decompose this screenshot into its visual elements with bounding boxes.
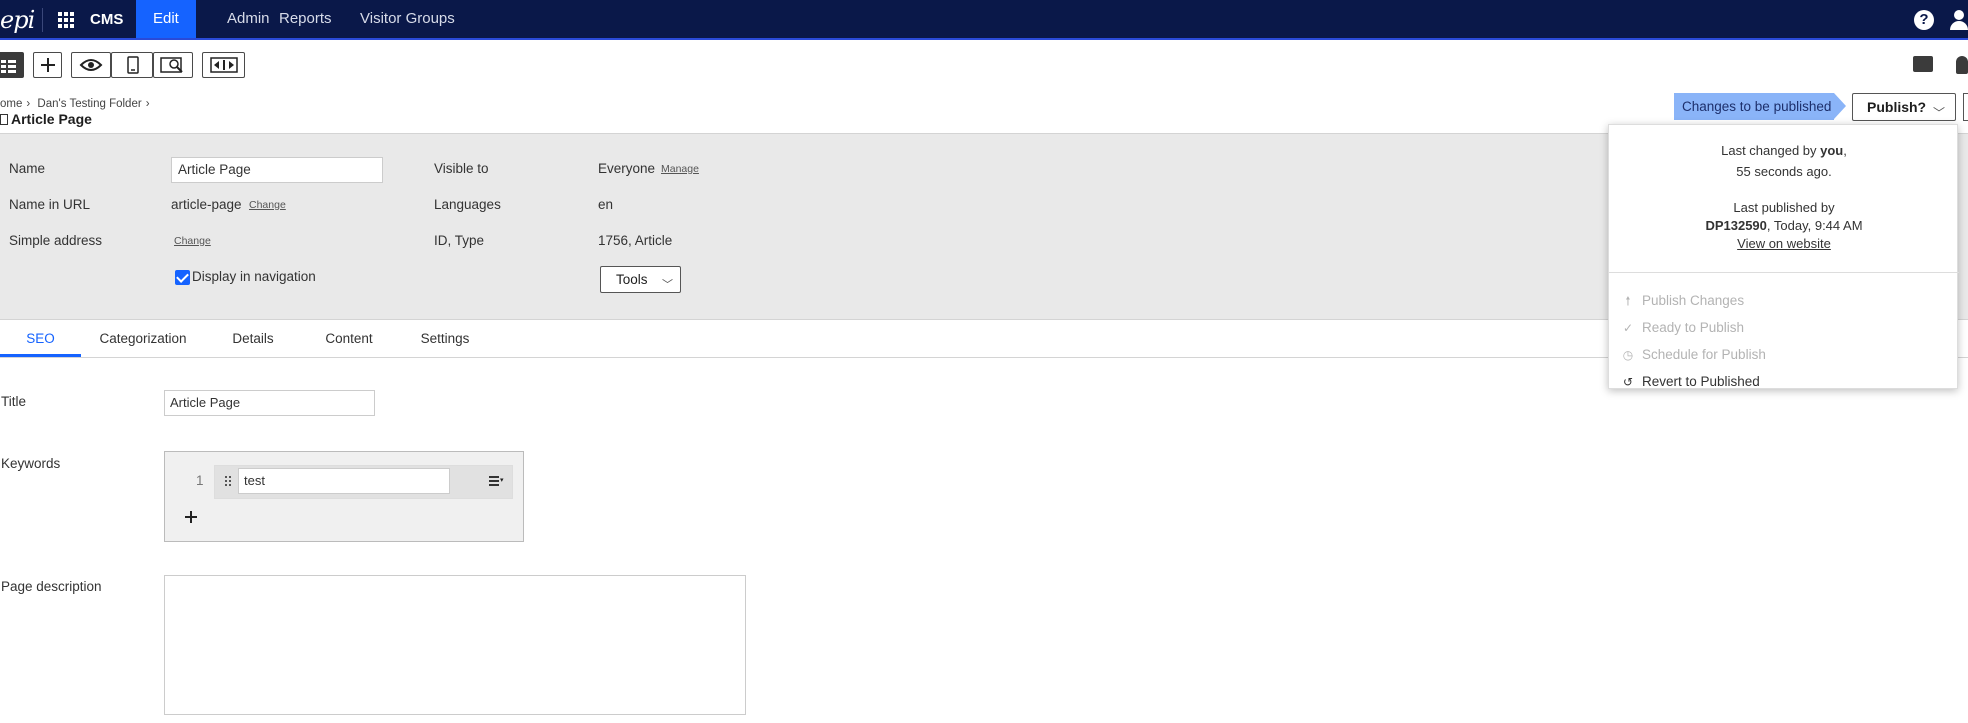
- chevron-down-icon: ﹀: [1932, 106, 1945, 120]
- tab-seo[interactable]: SEO: [0, 321, 81, 357]
- view-on-website-wrapper: View on website: [1609, 236, 1959, 251]
- clock-icon: ◷: [1622, 348, 1634, 362]
- display-in-navigation-checkbox[interactable]: [175, 270, 190, 285]
- page-title: Article Page: [0, 111, 92, 127]
- breadcrumb: ome › Dan's Testing Folder ›: [0, 98, 154, 110]
- top-navigation: epi CMS Edit Admin Reports Visitor Group…: [0, 0, 1968, 40]
- tools-dropdown[interactable]: Tools ﹀: [600, 266, 681, 293]
- nav-divider: [42, 8, 43, 32]
- compare-icon: [210, 57, 238, 73]
- upload-icon: 🠕: [1625, 294, 1631, 308]
- visible-to-value: Everyone: [598, 161, 656, 176]
- last-published-label: Last published by: [1733, 200, 1835, 215]
- title-label: Title: [1, 394, 27, 409]
- mobile-view-button[interactable]: [111, 52, 153, 78]
- id-type-label: ID, Type: [434, 233, 485, 248]
- zoom-preview-icon: [160, 57, 183, 73]
- tools-label: Tools: [616, 272, 648, 287]
- page-description-label: Page description: [1, 579, 102, 594]
- last-changed-time: 55 seconds ago.: [1736, 164, 1832, 179]
- publish-button-label: Publish?: [1867, 99, 1927, 115]
- keyword-index: 1: [196, 473, 204, 488]
- preview-icon: [79, 59, 103, 71]
- tab-details[interactable]: Details: [224, 321, 282, 357]
- simple-address-label: Simple address: [9, 233, 103, 248]
- add-keyword-icon[interactable]: [184, 510, 198, 524]
- add-button[interactable]: [33, 52, 62, 78]
- chevron-right-icon: ›: [26, 98, 31, 110]
- zoom-preview-button[interactable]: [153, 52, 193, 78]
- page-description-textarea[interactable]: [164, 575, 746, 715]
- item-menu-icon[interactable]: ▾: [489, 476, 505, 486]
- action-label: Schedule for Publish: [1642, 347, 1766, 362]
- url-label: Name in URL: [9, 197, 91, 212]
- keywords-label: Keywords: [1, 456, 61, 471]
- name-label: Name: [9, 161, 46, 176]
- page-tree-icon: [1, 60, 16, 73]
- publish-changes-action[interactable]: 🠕 Publish Changes: [1617, 290, 1947, 312]
- id-type-value: 1756, Article: [598, 233, 673, 248]
- app-grid-icon[interactable]: [58, 12, 76, 28]
- tab-content[interactable]: Content: [316, 321, 382, 357]
- last-published-info: DP132590, Today, 9:44 AM: [1609, 218, 1959, 233]
- episerver-logo: epi: [0, 6, 35, 34]
- chevron-right-icon: ›: [145, 98, 150, 110]
- product-name[interactable]: CMS: [90, 11, 123, 28]
- simple-address-change-link[interactable]: Change: [174, 235, 211, 247]
- page-tree-toggle-button[interactable]: [0, 52, 24, 78]
- action-label: Revert to Published: [1642, 374, 1760, 389]
- chevron-down-icon: ﹀: [662, 279, 673, 291]
- view-on-website-link[interactable]: View on website: [1737, 236, 1831, 251]
- action-label: Ready to Publish: [1642, 320, 1745, 335]
- breadcrumb-item[interactable]: Dan's Testing Folder: [37, 98, 141, 110]
- comments-icon[interactable]: [1913, 56, 1933, 72]
- user-icon[interactable]: [1950, 10, 1968, 30]
- languages-value: en: [598, 197, 614, 212]
- url-change-link[interactable]: Change: [249, 199, 286, 211]
- url-value: article-page: [171, 197, 242, 212]
- last-published-time: , Today, 9:44 AM: [1766, 218, 1863, 233]
- name-input[interactable]: Article Page: [171, 157, 383, 183]
- check-icon: ✓: [1622, 321, 1634, 335]
- divider: [1609, 272, 1959, 273]
- mobile-view-icon: [127, 56, 139, 74]
- help-icon[interactable]: ?: [1914, 10, 1934, 30]
- keywords-list: 1 test ▾: [164, 451, 524, 542]
- ready-to-publish-action[interactable]: ✓ Ready to Publish: [1617, 317, 1947, 339]
- nav-item-reports[interactable]: Reports: [262, 0, 349, 38]
- options-button[interactable]: [1963, 93, 1968, 121]
- last-changed-suffix: ,: [1843, 143, 1847, 158]
- tab-settings[interactable]: Settings: [412, 321, 478, 357]
- publish-button[interactable]: Publish? ﹀: [1852, 93, 1956, 121]
- revert-icon: ↺: [1622, 375, 1634, 389]
- breadcrumb-item[interactable]: ome: [0, 98, 22, 110]
- page-icon: [0, 114, 8, 125]
- publish-dropdown-panel: Last changed by you, 55 seconds ago. Las…: [1608, 124, 1959, 389]
- title-input[interactable]: Article Page: [164, 390, 375, 416]
- status-badge: Changes to be published: [1674, 93, 1846, 120]
- languages-label: Languages: [434, 197, 501, 212]
- drag-handle-icon[interactable]: [225, 476, 231, 488]
- page-title-text: Article Page: [11, 111, 92, 127]
- display-in-navigation-label: Display in navigation: [192, 269, 316, 284]
- last-published-by: DP132590: [1705, 218, 1767, 233]
- revert-to-published-action[interactable]: ↺ Revert to Published: [1617, 371, 1947, 393]
- schedule-for-publish-action[interactable]: ◷ Schedule for Publish: [1617, 344, 1947, 366]
- preview-button[interactable]: [71, 52, 111, 78]
- compare-button[interactable]: [202, 52, 245, 78]
- nav-item-edit[interactable]: Edit: [136, 0, 196, 38]
- last-changed-by: you: [1820, 143, 1844, 158]
- notifications-icon[interactable]: [1956, 56, 1968, 74]
- action-label: Publish Changes: [1642, 293, 1745, 308]
- manage-link[interactable]: Manage: [661, 163, 699, 175]
- nav-item-visitor-groups[interactable]: Visitor Groups: [343, 0, 472, 38]
- keyword-input[interactable]: test: [238, 468, 450, 494]
- cms-edit-view: epi CMS Edit Admin Reports Visitor Group…: [0, 0, 1968, 723]
- tab-categorization[interactable]: Categorization: [90, 321, 196, 357]
- visible-to-label: Visible to: [434, 161, 489, 176]
- last-changed-info: Last changed by you,: [1609, 143, 1959, 158]
- last-changed-prefix: Last changed by: [1721, 143, 1821, 158]
